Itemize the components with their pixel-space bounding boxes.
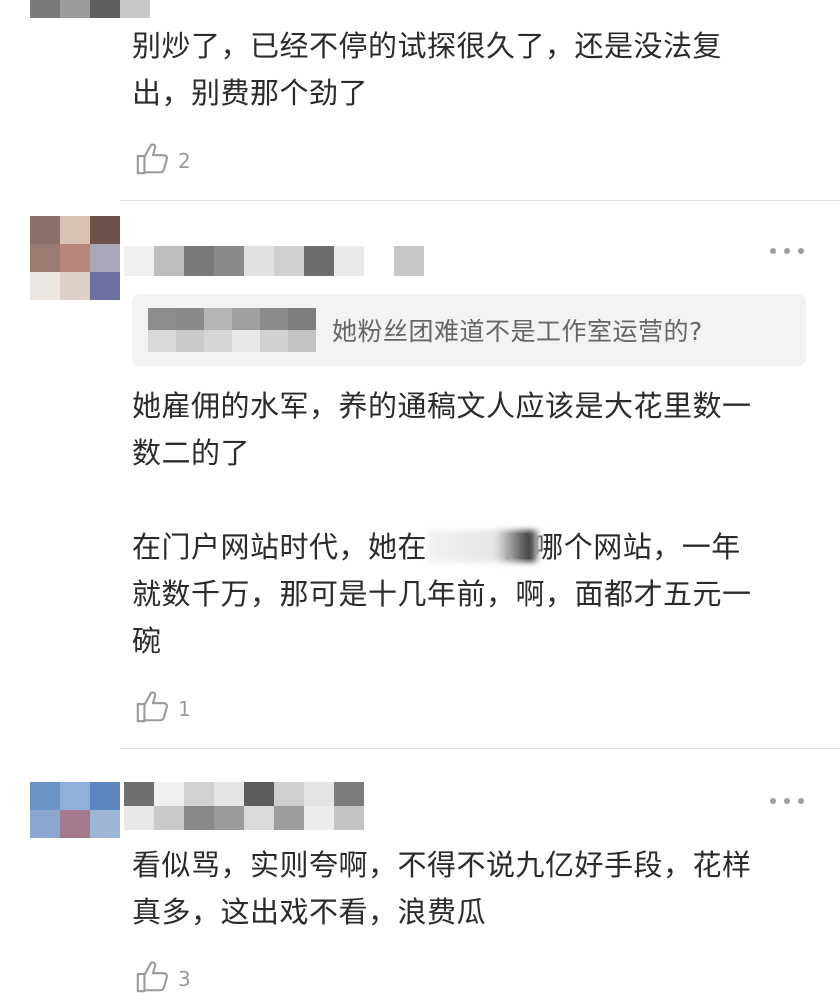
divider bbox=[120, 748, 840, 749]
like-count: 3 bbox=[178, 967, 191, 991]
username[interactable] bbox=[124, 782, 364, 830]
avatar[interactable] bbox=[30, 216, 120, 300]
like-button[interactable]: 1 bbox=[134, 686, 191, 726]
username[interactable] bbox=[124, 246, 424, 276]
like-button[interactable]: 3 bbox=[134, 956, 191, 996]
more-dots-icon bbox=[770, 248, 776, 254]
thumbs-up-icon bbox=[136, 691, 168, 723]
like-count: 1 bbox=[178, 697, 191, 721]
thumbs-up-icon bbox=[136, 961, 168, 993]
like-count: 2 bbox=[178, 149, 191, 173]
like-button[interactable]: 2 bbox=[134, 138, 191, 178]
thumbs-up-icon bbox=[136, 143, 168, 175]
avatar[interactable] bbox=[30, 782, 120, 838]
comment-1: 别炒了，已经不停的试探很久了，还是没法复 出，别费那个劲了 2 bbox=[0, 0, 840, 200]
more-options-button[interactable] bbox=[770, 246, 804, 256]
quoted-username bbox=[148, 308, 316, 352]
comment-text: 她雇佣的水军，养的通稿文人应该是大花里数一 数二的了 在门户网站时代，她在 是哪… bbox=[132, 389, 752, 658]
quoted-comment[interactable]: 她粉丝团难道不是工作室运营的? bbox=[132, 294, 806, 366]
redaction-blur bbox=[428, 530, 540, 562]
comment-text: 看似骂，实则夸啊，不得不说九亿好手段，花样 真多，这出戏不看，浪费瓜 bbox=[132, 848, 752, 929]
more-dots-icon bbox=[770, 798, 776, 804]
divider bbox=[120, 200, 840, 201]
quoted-text: 她粉丝团难道不是工作室运营的? bbox=[332, 317, 703, 346]
more-options-button[interactable] bbox=[770, 796, 804, 806]
comment-text: 别炒了，已经不停的试探很久了，还是没法复 出，别费那个劲了 bbox=[132, 29, 723, 110]
